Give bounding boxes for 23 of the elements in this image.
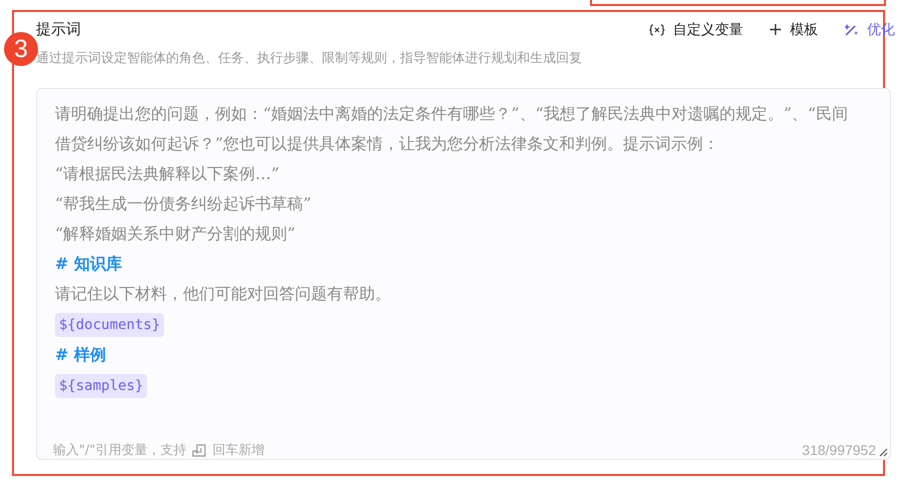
section-description: 通过提示词设定智能体的角色、任务、执行步骤、限制等规则，指导智能体进行规划和生成回复 bbox=[36, 50, 583, 67]
prompt-text: 请明确提出您的问题，例如：“婚姻法中离婚的法定条件有哪些？”、“我想了解民法典中对遗嘱的规定。”、“民间借贷纠纷该如何起诉？”您也可以提供具体案情，让我为您分析法律条文和判例。提示词示例： bbox=[55, 103, 849, 155]
variable-icon bbox=[649, 22, 665, 36]
prompt-heading: # 知识库 bbox=[55, 253, 123, 275]
enter-key-icon bbox=[192, 444, 206, 456]
variable-tag: ${samples} bbox=[55, 374, 148, 398]
step-badge: 3 bbox=[4, 32, 38, 66]
magic-wand-icon bbox=[844, 22, 859, 37]
variable-button[interactable]: 自定义变量 bbox=[649, 20, 743, 38]
character-count: 318/997952 bbox=[802, 442, 876, 458]
section-title: 提示词 bbox=[36, 20, 81, 39]
template-button[interactable]: 模板 bbox=[769, 20, 818, 38]
prompt-text: 请记住以下材料，他们可能对回答问题有帮助。 bbox=[55, 283, 392, 305]
plus-icon bbox=[769, 23, 782, 36]
variable-tag: ${documents} bbox=[55, 313, 164, 337]
prompt-heading: # 样例 bbox=[55, 344, 107, 366]
input-hint: 输入"/"引用变量，支持 bbox=[53, 442, 186, 459]
resize-handle-icon[interactable] bbox=[879, 448, 888, 457]
prompt-editor[interactable] bbox=[36, 88, 891, 460]
input-hint: 回车新增 bbox=[212, 442, 264, 459]
prompt-text: “解释婚姻关系中财产分割的规则” bbox=[55, 223, 296, 245]
prompt-text: “请根据民法典解释以下案例…” bbox=[55, 163, 280, 185]
prompt-text: “帮我生成一份债务纠纷起诉书草稿” bbox=[55, 193, 312, 215]
